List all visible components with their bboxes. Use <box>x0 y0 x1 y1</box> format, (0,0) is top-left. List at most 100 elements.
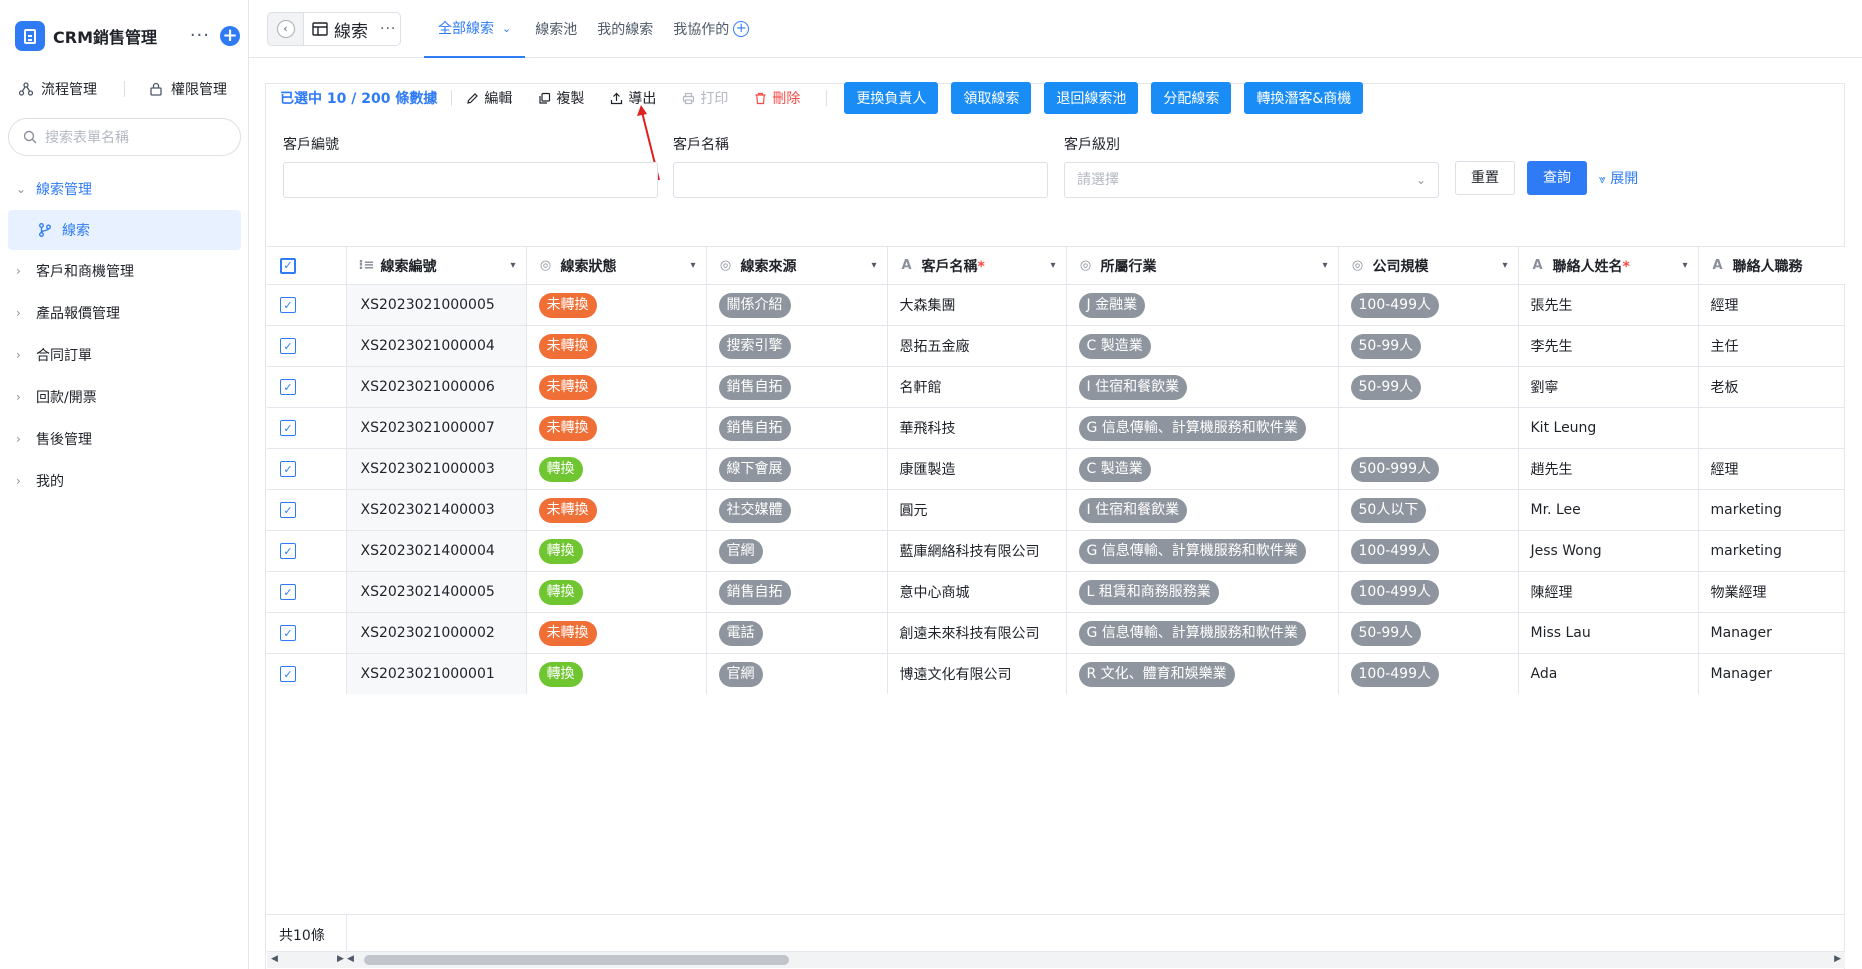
lead-source-cell[interactable]: 線下會展 <box>706 448 888 490</box>
lead-code-cell[interactable]: XS2023021000003 <box>346 448 527 490</box>
lead-code-cell[interactable]: XS2023021400005 <box>346 571 527 613</box>
customer-name-cell[interactable]: 恩拓五金廠 <box>887 325 1067 367</box>
company-size-cell[interactable]: 100-499人 <box>1338 284 1519 326</box>
convert-lead-button[interactable]: 轉換潛客&商機 <box>1244 82 1364 114</box>
lead-status-cell[interactable]: 轉換 <box>526 653 707 694</box>
table-row[interactable]: ✓ XS2023021400005 轉換 銷售自拓 意中心商城 L 租賃和商務服務業 100… <box>267 571 1845 613</box>
row-checkbox[interactable]: ✓ <box>280 297 296 313</box>
sidebar-item-leads[interactable]: 線索 <box>8 210 241 250</box>
lead-source-cell[interactable]: 官網 <box>706 530 888 572</box>
row-checkbox[interactable]: ✓ <box>280 379 296 395</box>
contact-name-cell[interactable]: 陳經理 <box>1518 571 1699 613</box>
chevron-down-icon[interactable]: ▾ <box>1502 260 1507 271</box>
contact-title-cell[interactable] <box>1698 407 1845 449</box>
company-size-cell[interactable]: 50人以下 <box>1338 489 1519 531</box>
lead-code-cell[interactable]: XS2023021000004 <box>346 325 527 367</box>
customer-name-cell[interactable]: 藍庫網絡科技有限公司 <box>887 530 1067 572</box>
contact-title-cell[interactable]: Manager <box>1698 612 1845 654</box>
lead-source-cell[interactable]: 銷售自拓 <box>706 366 888 408</box>
scroll-left-icon[interactable]: ◀ <box>271 954 278 964</box>
column-header[interactable]: ◎ 公司規模 ▾ <box>1338 246 1519 285</box>
delete-button[interactable]: 刪除 <box>754 88 800 108</box>
form-search-input[interactable]: 搜索表單名稱 <box>8 118 241 156</box>
lead-code-cell[interactable]: XS2023021400003 <box>346 489 527 531</box>
company-size-cell[interactable]: 100-499人 <box>1338 653 1519 694</box>
company-size-cell[interactable]: 50-99人 <box>1338 612 1519 654</box>
claim-lead-button[interactable]: 領取線索 <box>951 82 1032 114</box>
page-tab[interactable]: 線索 ··· <box>303 12 401 46</box>
row-checkbox[interactable]: ✓ <box>280 584 296 600</box>
column-header[interactable]: ◎ 線索狀態 ▾ <box>526 246 707 285</box>
industry-cell[interactable]: C 製造業 <box>1066 325 1339 367</box>
company-size-cell[interactable] <box>1338 407 1519 449</box>
chevron-down-icon[interactable]: ▾ <box>1682 260 1687 271</box>
chevron-down-icon[interactable]: ▾ <box>1050 260 1055 271</box>
sidebar-item-after-sales[interactable]: › 售後管理 <box>0 418 249 460</box>
contact-title-cell[interactable]: 老板 <box>1698 366 1845 408</box>
table-row[interactable]: ✓ XS2023021000003 轉換 線下會展 康匯製造 C 製造業 500-999人 趙… <box>267 448 1845 490</box>
sidebar-item-customers-opportunities[interactable]: › 客戶和商機管理 <box>0 250 249 292</box>
industry-cell[interactable]: R 文化、體育和娛樂業 <box>1066 653 1339 694</box>
lead-source-cell[interactable]: 社交媒體 <box>706 489 888 531</box>
customer-name-cell[interactable]: 康匯製造 <box>887 448 1067 490</box>
column-header[interactable]: A 客戶名稱* ▾ <box>887 246 1067 285</box>
lead-status-cell[interactable]: 未轉換 <box>526 325 707 367</box>
contact-name-cell[interactable]: 張先生 <box>1518 284 1699 326</box>
row-checkbox[interactable]: ✓ <box>280 625 296 641</box>
chevron-down-icon[interactable]: ▾ <box>871 260 876 271</box>
reset-button[interactable]: 重置 <box>1455 161 1515 195</box>
column-header[interactable]: ◎ 所屬行業 ▾ <box>1066 246 1339 285</box>
table-row[interactable]: ✓ XS2023021000005 未轉換 關係介紹 大森集團 J 金融業 100-499人… <box>267 284 1845 326</box>
copy-button[interactable]: 複製 <box>538 88 584 108</box>
customer-code-input[interactable] <box>283 162 658 198</box>
tab-collaborating[interactable]: 我協作的 + <box>663 0 759 58</box>
table-row[interactable]: ✓ XS2023021000001 轉換 官網 博遠文化有限公司 R 文化、體育和娛樂業 1… <box>267 653 1845 694</box>
company-size-cell[interactable]: 50-99人 <box>1338 325 1519 367</box>
lead-status-cell[interactable]: 未轉換 <box>526 284 707 326</box>
lead-status-cell[interactable]: 轉換 <box>526 448 707 490</box>
table-row[interactable]: ✓ XS2023021000006 未轉換 銷售自拓 名軒館 I 住宿和餐飲業 50-99人… <box>267 366 1845 408</box>
sidebar-item-payments-invoices[interactable]: › 回款/開票 <box>0 376 249 418</box>
chevron-down-icon[interactable]: ▾ <box>690 260 695 271</box>
print-button[interactable]: 打印 <box>682 88 728 108</box>
lead-source-cell[interactable]: 搜索引擎 <box>706 325 888 367</box>
scroll-right-icon[interactable]: ▶ <box>337 954 344 964</box>
industry-cell[interactable]: I 住宿和餐飲業 <box>1066 489 1339 531</box>
change-owner-button[interactable]: 更換負責人 <box>844 82 939 114</box>
lead-code-cell[interactable]: XS2023021000006 <box>346 366 527 408</box>
customer-name-cell[interactable]: 意中心商城 <box>887 571 1067 613</box>
lead-status-cell[interactable]: 轉換 <box>526 530 707 572</box>
lead-code-cell[interactable]: XS2023021000002 <box>346 612 527 654</box>
company-size-cell[interactable]: 100-499人 <box>1338 571 1519 613</box>
chevron-down-icon[interactable]: ▾ <box>1322 260 1327 271</box>
contact-title-cell[interactable]: 主任 <box>1698 325 1845 367</box>
contact-name-cell[interactable]: 劉寧 <box>1518 366 1699 408</box>
table-row[interactable]: ✓ XS2023021400003 未轉換 社交媒體 圓元 I 住宿和餐飲業 50人以下 Mr… <box>267 489 1845 531</box>
lead-code-cell[interactable]: XS2023021000001 <box>346 653 527 694</box>
workflow-management-button[interactable]: 流程管理 <box>19 79 97 99</box>
company-size-cell[interactable]: 500-999人 <box>1338 448 1519 490</box>
lead-status-cell[interactable]: 轉換 <box>526 571 707 613</box>
more-icon[interactable]: ··· <box>190 27 210 45</box>
row-checkbox[interactable]: ✓ <box>280 420 296 436</box>
export-button[interactable]: 導出 <box>610 88 656 108</box>
row-checkbox[interactable]: ✓ <box>280 338 296 354</box>
table-row[interactable]: ✓ XS2023021400004 轉換 官網 藍庫網絡科技有限公司 G 信息傳輸、計算機… <box>267 530 1845 572</box>
scroll-left-icon[interactable]: ◀ <box>347 954 354 964</box>
contact-name-cell[interactable]: 李先生 <box>1518 325 1699 367</box>
contact-name-cell[interactable]: 趙先生 <box>1518 448 1699 490</box>
customer-name-cell[interactable]: 名軒館 <box>887 366 1067 408</box>
sidebar-item-products-quotes[interactable]: › 產品報價管理 <box>0 292 249 334</box>
row-checkbox[interactable]: ✓ <box>280 502 296 518</box>
customer-name-cell[interactable]: 華飛科技 <box>887 407 1067 449</box>
contact-name-cell[interactable]: Mr. Lee <box>1518 489 1699 531</box>
contact-name-cell[interactable]: Miss Lau <box>1518 612 1699 654</box>
query-button[interactable]: 查詢 <box>1527 161 1587 195</box>
contact-title-cell[interactable]: 經理 <box>1698 448 1845 490</box>
row-checkbox[interactable]: ✓ <box>280 543 296 559</box>
lead-status-cell[interactable]: 未轉換 <box>526 612 707 654</box>
lead-status-cell[interactable]: 未轉換 <box>526 489 707 531</box>
contact-name-cell[interactable]: Kit Leung <box>1518 407 1699 449</box>
column-header[interactable]: ◎ 線索來源 ▾ <box>706 246 888 285</box>
customer-name-cell[interactable]: 圓元 <box>887 489 1067 531</box>
